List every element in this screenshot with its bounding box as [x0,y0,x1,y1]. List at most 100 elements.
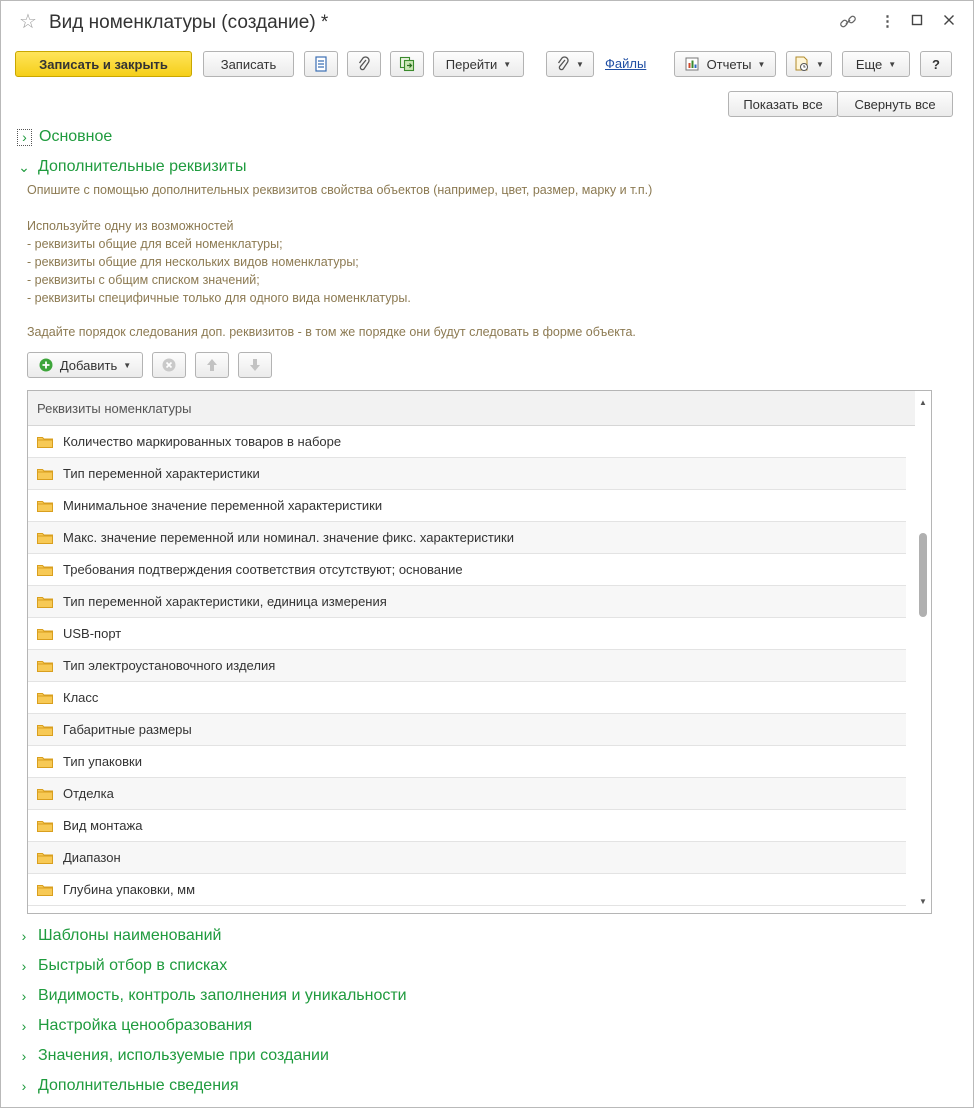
table-row[interactable]: Требования подтверждения соответствия от… [28,554,906,586]
copy-icon [399,56,415,72]
table-row[interactable]: Отделка [28,778,906,810]
scrollbar[interactable]: ▲ ▼ [915,391,931,913]
section-extra-label: Дополнительные реквизиты [38,158,247,175]
hint-line-2: Используйте одну из возможностей [27,219,234,233]
print-menu-button[interactable]: ▼ [786,51,832,77]
paperclip-icon [557,56,569,71]
table-row[interactable]: Минимальное значение переменной характер… [28,490,906,522]
title-bar: ☆ Вид номенклатуры (создание) * ⋮ [1,1,973,45]
table-row[interactable]: Класс [28,682,906,714]
attach-button[interactable] [347,51,381,77]
chevron-right-icon: › [21,958,27,974]
attributes-table[interactable]: Реквизиты номенклатуры Количество маркир… [27,390,932,914]
arrow-down-icon [250,359,260,371]
section-extra-attributes[interactable]: ⌄ Дополнительные реквизиты [17,158,246,176]
window-title: Вид номенклатуры (создание) * [49,12,329,33]
table-cell-attribute: Тип упаковки [63,754,142,769]
collapsed-section-label: Дополнительные сведения [38,1077,239,1094]
goto-button[interactable]: Перейти ▼ [433,51,524,77]
scroll-down-icon[interactable]: ▼ [919,897,927,906]
folder-icon [37,788,53,800]
arrow-up-icon [207,359,217,371]
table-row[interactable]: Тип электроустановочного изделия [28,650,906,682]
move-up-button[interactable] [195,352,229,378]
hint-line-7: Задайте порядок следования доп. реквизит… [27,325,636,339]
table-cell-attribute: Диапазон [63,850,121,865]
chevron-right-icon: › [21,928,27,944]
table-cell-attribute: Тип переменной характеристики [63,466,260,481]
link-icon[interactable] [839,13,857,36]
chevron-down-icon: ▼ [888,59,897,69]
reports-label: Отчеты [706,56,752,72]
table-row[interactable]: Тип упаковки [28,746,906,778]
folder-icon [37,532,53,544]
table-row[interactable]: Вид монтажа [28,810,906,842]
document-list-button[interactable] [304,51,338,77]
collapsed-section[interactable]: › Дополнительные сведения [17,1077,239,1095]
table-cell-attribute: Тип электроустановочного изделия [63,658,276,673]
save-button[interactable]: Записать [203,51,294,77]
collapsed-section[interactable]: › Настройка ценообразования [17,1017,253,1035]
collapsed-section[interactable]: › Быстрый отбор в списках [17,957,228,975]
table-row[interactable]: Тип переменной характеристики, единица и… [28,586,906,618]
scroll-up-icon[interactable]: ▲ [919,398,927,407]
chevron-right-icon: › [21,1078,27,1094]
hint-line-4: - реквизиты общие для нескольких видов н… [27,255,359,269]
add-button[interactable]: Добавить ▼ [27,352,143,378]
table-row[interactable]: Глубина упаковки, мм [28,874,906,906]
reports-button[interactable]: Отчеты ▼ [674,51,776,77]
section-main[interactable]: › Основное [17,128,112,146]
chevron-down-icon: ▼ [576,59,584,69]
table-body: Количество маркированных товаров в набор… [28,426,931,906]
table-cell-attribute: Вид монтажа [63,818,143,833]
attachments-menu-button[interactable]: ▼ [546,51,594,77]
chevron-down-icon: ▼ [123,360,132,370]
delete-button[interactable] [152,352,186,378]
close-icon[interactable] [943,13,955,31]
collapsed-section-label: Настройка ценообразования [38,1017,253,1034]
report-icon [685,57,699,71]
move-down-button[interactable] [238,352,272,378]
chevron-right-icon: › [21,1048,27,1064]
add-label: Добавить [59,357,118,373]
more-menu-icon[interactable]: ⋮ [880,13,895,31]
print-document-icon [795,56,809,71]
table-cell-attribute: Глубина упаковки, мм [63,882,196,897]
more-label: Еще [855,56,883,72]
goto-label: Перейти [445,56,498,72]
paperclip-icon [358,56,370,71]
show-all-button[interactable]: Показать все [728,91,838,117]
form-window: ☆ Вид номенклатуры (создание) * ⋮ Записа… [0,0,974,1108]
table-row[interactable]: Макс. значение переменной или номинал. з… [28,522,906,554]
folder-icon [37,820,53,832]
copy-object-button[interactable] [390,51,424,77]
collapsed-section[interactable]: › Шаблоны наименований [17,927,222,945]
table-row[interactable]: USB-порт [28,618,906,650]
folder-icon [37,692,53,704]
chevron-down-icon: ▼ [816,59,824,69]
favorite-star-icon[interactable]: ☆ [19,12,37,32]
folder-icon [37,884,53,896]
folder-icon [37,660,53,672]
table-cell-attribute: Отделка [63,786,114,801]
files-link[interactable]: Файлы [605,56,646,71]
table-row[interactable]: Габаритные размеры [28,714,906,746]
save-and-close-button[interactable]: Записать и закрыть [15,51,192,77]
collapsed-section-label: Видимость, контроль заполнения и уникаль… [38,987,407,1004]
collapse-all-button[interactable]: Свернуть все [837,91,953,117]
table-header[interactable]: Реквизиты номенклатуры [28,391,931,426]
collapsed-section-label: Шаблоны наименований [38,927,222,944]
hint-line-5: - реквизиты с общим списком значений; [27,273,260,287]
chevron-right-icon: › [21,988,27,1004]
collapsed-section-label: Быстрый отбор в списках [38,957,228,974]
help-button[interactable]: ? [920,51,952,77]
table-row[interactable]: Тип переменной характеристики [28,458,906,490]
table-row[interactable]: Диапазон [28,842,906,874]
scrollbar-thumb[interactable] [919,533,927,617]
table-row[interactable]: Количество маркированных товаров в набор… [28,426,906,458]
collapsed-section[interactable]: › Значения, используемые при создании [17,1047,329,1065]
more-button[interactable]: Еще ▼ [842,51,910,77]
collapsed-section[interactable]: › Видимость, контроль заполнения и уникал… [17,987,407,1005]
maximize-icon[interactable] [911,13,923,31]
folder-icon [37,756,53,768]
